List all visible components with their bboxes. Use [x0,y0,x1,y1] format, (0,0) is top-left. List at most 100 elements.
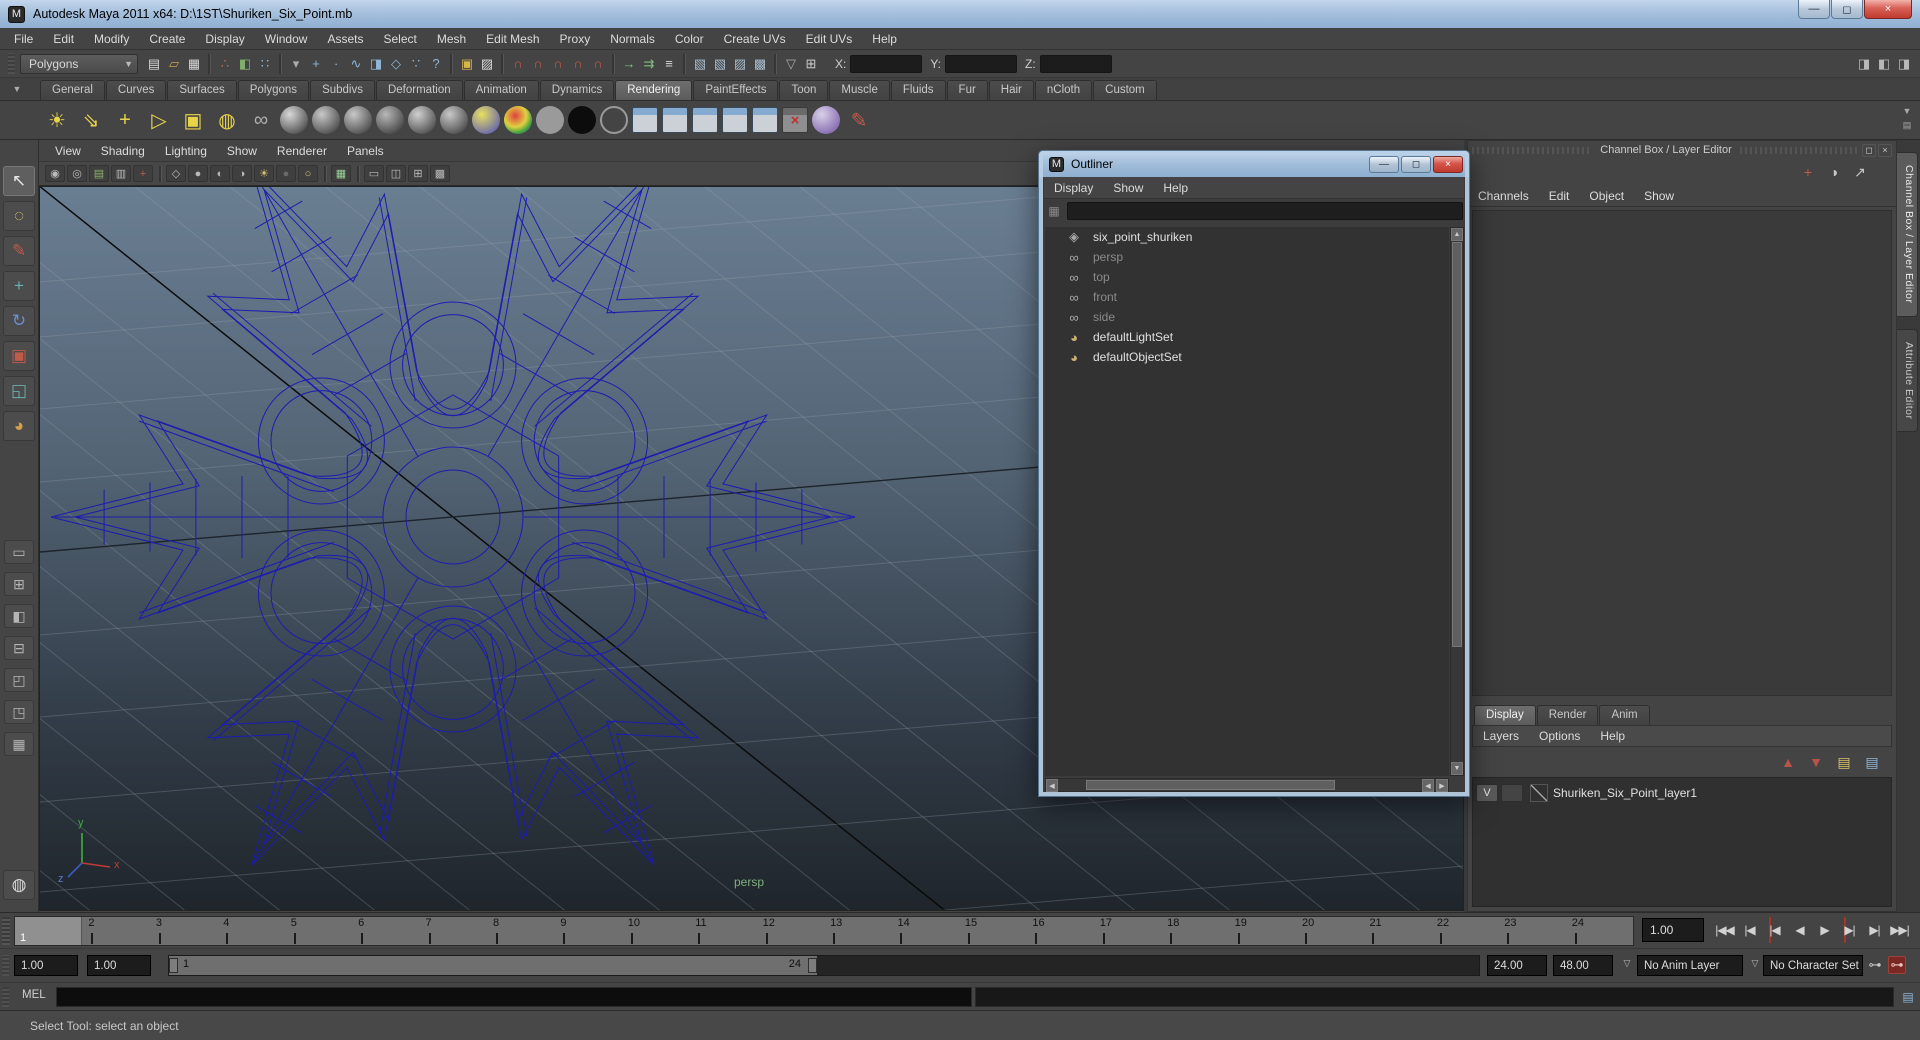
outliner-search-input[interactable] [1067,202,1463,220]
step-forward-frame-button[interactable]: ▶| [1862,917,1887,943]
menu-item-edit-mesh[interactable]: Edit Mesh [476,28,549,50]
snap-point-icon[interactable]: ∩ [548,54,568,74]
phong-material-icon[interactable] [408,106,436,134]
channel-box-content[interactable] [1472,210,1892,696]
frame-5[interactable]: 5 [285,917,352,945]
menu-item-color[interactable]: Color [665,28,714,50]
outliner-item-defaultlightset[interactable]: ◕ defaultLightSet [1045,327,1449,347]
hypershade-spheres-icon[interactable] [812,106,840,134]
move-tool[interactable]: + [3,271,35,301]
render-settings-shelf-icon[interactable] [722,107,748,133]
use-all-lights-icon[interactable]: ☀ [254,165,274,182]
point-light-icon[interactable]: + [110,105,140,135]
selection-mode-dropdown[interactable]: Polygons ▼ [20,53,138,74]
soft-modification-tool[interactable]: ◕ [3,411,35,441]
z-field[interactable] [1039,54,1112,73]
drag-handle[interactable] [1472,146,1593,154]
outliner-item-persp[interactable]: ∞ persp [1045,247,1449,267]
layer-playback-toggle[interactable] [1501,784,1523,802]
frame-24[interactable]: 24 [1566,917,1633,945]
layout-persp-uv[interactable]: ◳ [4,700,34,724]
render-camera-icon[interactable]: ∞ [246,105,276,135]
textured-mode-icon[interactable]: ◑ [232,165,252,182]
tab-render[interactable]: Render [1536,705,1599,725]
hypershade-icon[interactable] [752,107,778,133]
speed-slider-icon[interactable]: ↗ [1850,162,1870,182]
tab-polygons[interactable]: Polygons [237,80,310,100]
frame-22[interactable]: 22 [1431,917,1498,945]
tab-hair[interactable]: Hair [988,80,1034,100]
frame-21[interactable]: 21 [1363,917,1430,945]
ipr-render-icon[interactable]: ▨ [730,54,750,74]
time-slider-grip[interactable] [2,917,10,945]
lasso-select-tool[interactable]: ◌ [3,201,35,231]
shelf-selector-arrow-icon[interactable]: ▼ [1898,104,1916,118]
frame-14[interactable]: 14 [891,917,958,945]
phong-e-material-icon[interactable] [440,106,468,134]
menu-item-channels[interactable]: Channels [1468,185,1539,207]
scrollbar-thumb[interactable] [1086,780,1336,790]
scroll-up-icon[interactable]: ▲ [1451,228,1463,241]
channel-box-header[interactable]: Channel Box / Layer Editor ◻ × [1468,141,1896,159]
outliner-item-side[interactable]: ∞ side [1045,307,1449,327]
xray-icon[interactable]: ▩ [430,165,450,182]
ramp-shader-icon[interactable] [504,106,532,134]
tab-deformation[interactable]: Deformation [375,80,463,100]
scroll-left-icon[interactable]: ◀ [1422,779,1434,792]
frame-13[interactable]: 13 [824,917,891,945]
volume-light-icon[interactable]: ◍ [212,105,242,135]
command-line-label[interactable]: MEL [22,989,46,1001]
frame-6[interactable]: 6 [352,917,419,945]
layout-multi-pane[interactable]: ▦ [4,732,34,756]
move-layer-up-icon[interactable]: ▲ [1778,752,1798,772]
close-button[interactable]: × [1433,155,1463,173]
mask-points-icon[interactable]: + [306,54,326,74]
layout-persp-outliner[interactable]: ◧ [4,604,34,628]
close-panel-icon[interactable]: × [1878,143,1892,157]
lock-icon[interactable]: ▣ [457,54,477,74]
playback-end-field[interactable]: 24.00 [1487,955,1547,976]
menu-item-view[interactable]: View [45,140,91,162]
mask-rendering-icon[interactable]: ? [426,54,446,74]
shadows-icon[interactable]: ● [276,165,296,182]
mask-surfaces-icon[interactable]: ◨ [366,54,386,74]
use-background-icon[interactable] [568,106,596,134]
menu-item-mesh[interactable]: Mesh [427,28,476,50]
layer-color-swatch[interactable] [1530,784,1548,802]
frame-18[interactable]: 18 [1161,917,1228,945]
character-set-field[interactable]: No Character Set [1763,955,1863,976]
menu-item-lighting[interactable]: Lighting [155,140,217,162]
side-tab-attribute-editor[interactable]: Attribute Editor [1897,328,1918,432]
menu-item-edit[interactable]: Edit [1539,185,1580,207]
open-scene-icon[interactable]: ▱ [164,54,184,74]
frame-19[interactable]: 19 [1229,917,1296,945]
gate-mask-icon[interactable]: ◫ [386,165,406,182]
highlight-selection-icon[interactable]: ▨ [477,54,497,74]
select-hierarchy-icon[interactable]: ∴ [215,54,235,74]
new-layer-from-selection-icon[interactable]: ▤ [1862,752,1882,772]
maximize-button[interactable]: ◻ [1831,0,1863,19]
outliner-item-top[interactable]: ∞ top [1045,267,1449,287]
frame-2[interactable]: 2 [82,917,149,945]
resolution-gate-icon[interactable]: ▭ [364,165,384,182]
output-connections-icon[interactable]: ⇉ [639,54,659,74]
select-object-icon[interactable]: ◧ [235,54,255,74]
menu-item-create-uvs[interactable]: Create UVs [714,28,796,50]
animation-end-field[interactable]: 48.00 [1553,955,1613,976]
scroll-down-icon[interactable]: ▼ [1451,762,1463,775]
range-slider-bar[interactable]: 1 24 [169,956,817,975]
menu-item-renderer[interactable]: Renderer [267,140,337,162]
frame-12[interactable]: 12 [757,917,824,945]
field-entry-selector-icon[interactable]: ⊞ [801,54,821,74]
render-layers-disabled-icon[interactable] [782,107,808,133]
frame-8[interactable]: 8 [487,917,554,945]
menu-item-help[interactable]: Help [862,28,907,50]
menu-item-edit-uvs[interactable]: Edit UVs [796,28,863,50]
layered-shader-icon[interactable] [472,106,500,134]
mask-handles-icon[interactable]: ∙ [326,54,346,74]
frame-17[interactable]: 17 [1094,917,1161,945]
menu-item-file[interactable]: File [4,28,43,50]
outliner-item-front[interactable]: ∞ front [1045,287,1449,307]
tab-subdivs[interactable]: Subdivs [310,80,375,100]
tab-animation[interactable]: Animation [463,80,539,100]
